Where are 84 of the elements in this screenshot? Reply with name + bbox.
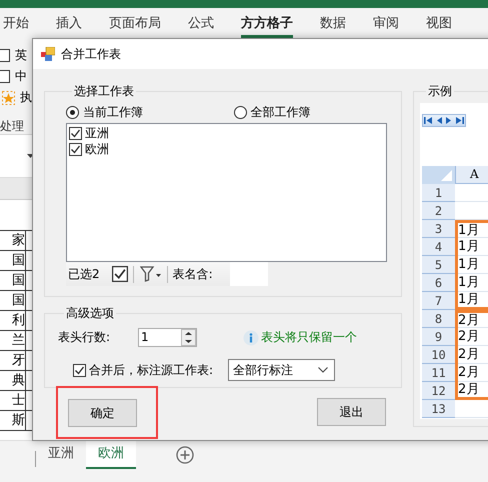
table-cell-text: 2月	[458, 382, 480, 397]
hint-text: 表头将只保留一个	[261, 329, 357, 346]
checkbox-label: 合并后，标注源工作表:	[89, 362, 214, 378]
table-cell: 2月	[458, 328, 488, 346]
radio-button[interactable]	[234, 106, 246, 118]
previous-arrow-icon	[436, 116, 443, 125]
radio-label: 当前工作簿	[83, 104, 143, 120]
row-number: 13	[422, 400, 455, 418]
option-label: 英	[15, 47, 27, 64]
number-field[interactable]: 1	[138, 328, 197, 347]
checkbox[interactable]	[0, 70, 10, 83]
filter-icon	[140, 266, 162, 282]
option-label: 中	[15, 68, 27, 85]
chevron-down-icon	[318, 367, 328, 373]
sheet-tab[interactable]: 欧洲	[86, 441, 136, 469]
checkbox[interactable]	[73, 364, 86, 376]
ribbon-tab[interactable]: 开始	[3, 8, 29, 38]
add-sheet-icon	[176, 446, 194, 464]
table-cell: 国	[0, 271, 26, 290]
exit-button[interactable]: 退出	[317, 398, 386, 426]
row-number: 9	[422, 328, 455, 346]
table-cell: 国	[0, 251, 26, 270]
row-number: 8	[422, 310, 455, 328]
row-number: 5	[422, 256, 455, 274]
last-arrow-icon	[454, 116, 464, 125]
table-cell-text: 1月	[458, 292, 480, 307]
radio-button[interactable]	[66, 106, 79, 118]
ribbon-tab[interactable]: 插入	[56, 8, 82, 38]
radio-label: 全部工作簿	[250, 104, 310, 120]
row-number: 6	[422, 274, 455, 292]
table-cell: 牙	[0, 351, 26, 370]
table-cell: 斯	[0, 411, 26, 430]
ribbon-tab[interactable]: 数据	[320, 8, 346, 38]
row-number: 4	[422, 238, 455, 256]
table-cell: 兰	[0, 331, 26, 350]
ribbon-tab[interactable]: 审阅	[373, 8, 399, 38]
sheet-tab[interactable]: 亚洲	[36, 441, 86, 467]
table-cell: 士	[0, 391, 26, 410]
ribbon-tab[interactable]: 页面布局	[109, 8, 161, 38]
app-icon	[41, 47, 55, 61]
table-cell: 1月	[458, 274, 488, 292]
group-title: 示例	[427, 84, 453, 98]
list-item[interactable]: 亚洲	[85, 124, 109, 142]
row-number: 7	[422, 292, 455, 310]
table-cell: 2月	[458, 346, 488, 364]
ok-button[interactable]: 确定	[68, 399, 137, 427]
table-cell: 1月	[458, 223, 488, 238]
group-label: 处理	[0, 118, 24, 135]
row-number: 3	[422, 220, 455, 238]
star-icon	[2, 90, 15, 104]
table-cell: 家	[0, 231, 26, 250]
table-cell: 1月	[458, 238, 488, 256]
group-title: 选择工作表	[73, 84, 135, 98]
checkbox[interactable]	[0, 49, 10, 62]
filter-label: 表名含:	[172, 266, 213, 282]
selected-count: 已选2	[68, 266, 100, 282]
checkbox[interactable]	[69, 126, 82, 140]
checkbox[interactable]	[112, 266, 128, 282]
first-arrow-icon	[424, 116, 434, 125]
column-header: A	[455, 166, 488, 184]
field-label: 表头行数:	[58, 329, 112, 346]
ribbon-tab[interactable]: 视图	[426, 8, 452, 38]
table-cell: 2月	[458, 364, 488, 382]
ribbon-tab[interactable]: 公式	[188, 8, 214, 38]
table-cell: 典	[0, 371, 26, 390]
table-cell: 利	[0, 311, 26, 330]
filter-field[interactable]	[230, 262, 268, 286]
list-item[interactable]: 欧洲	[85, 140, 109, 158]
row-number: 10	[422, 346, 455, 364]
mode-dropdown[interactable]: 全部行标注	[228, 359, 335, 381]
table-cell: 国	[0, 291, 26, 310]
group-title: 高级选项	[65, 306, 115, 320]
row-number: 1	[422, 184, 455, 202]
next-arrow-icon	[445, 116, 452, 125]
table-cell: 2月	[458, 313, 488, 328]
spinner-arrows-icon	[181, 329, 196, 346]
command-button[interactable]: 执	[20, 89, 32, 106]
table-cell: 1月	[458, 256, 488, 274]
checkbox[interactable]	[69, 142, 82, 156]
dialog-title: 合并工作表	[61, 46, 121, 62]
row-number: 11	[422, 364, 455, 382]
row-number: 12	[422, 382, 455, 400]
row-number: 2	[422, 202, 455, 220]
info-icon	[243, 330, 259, 346]
